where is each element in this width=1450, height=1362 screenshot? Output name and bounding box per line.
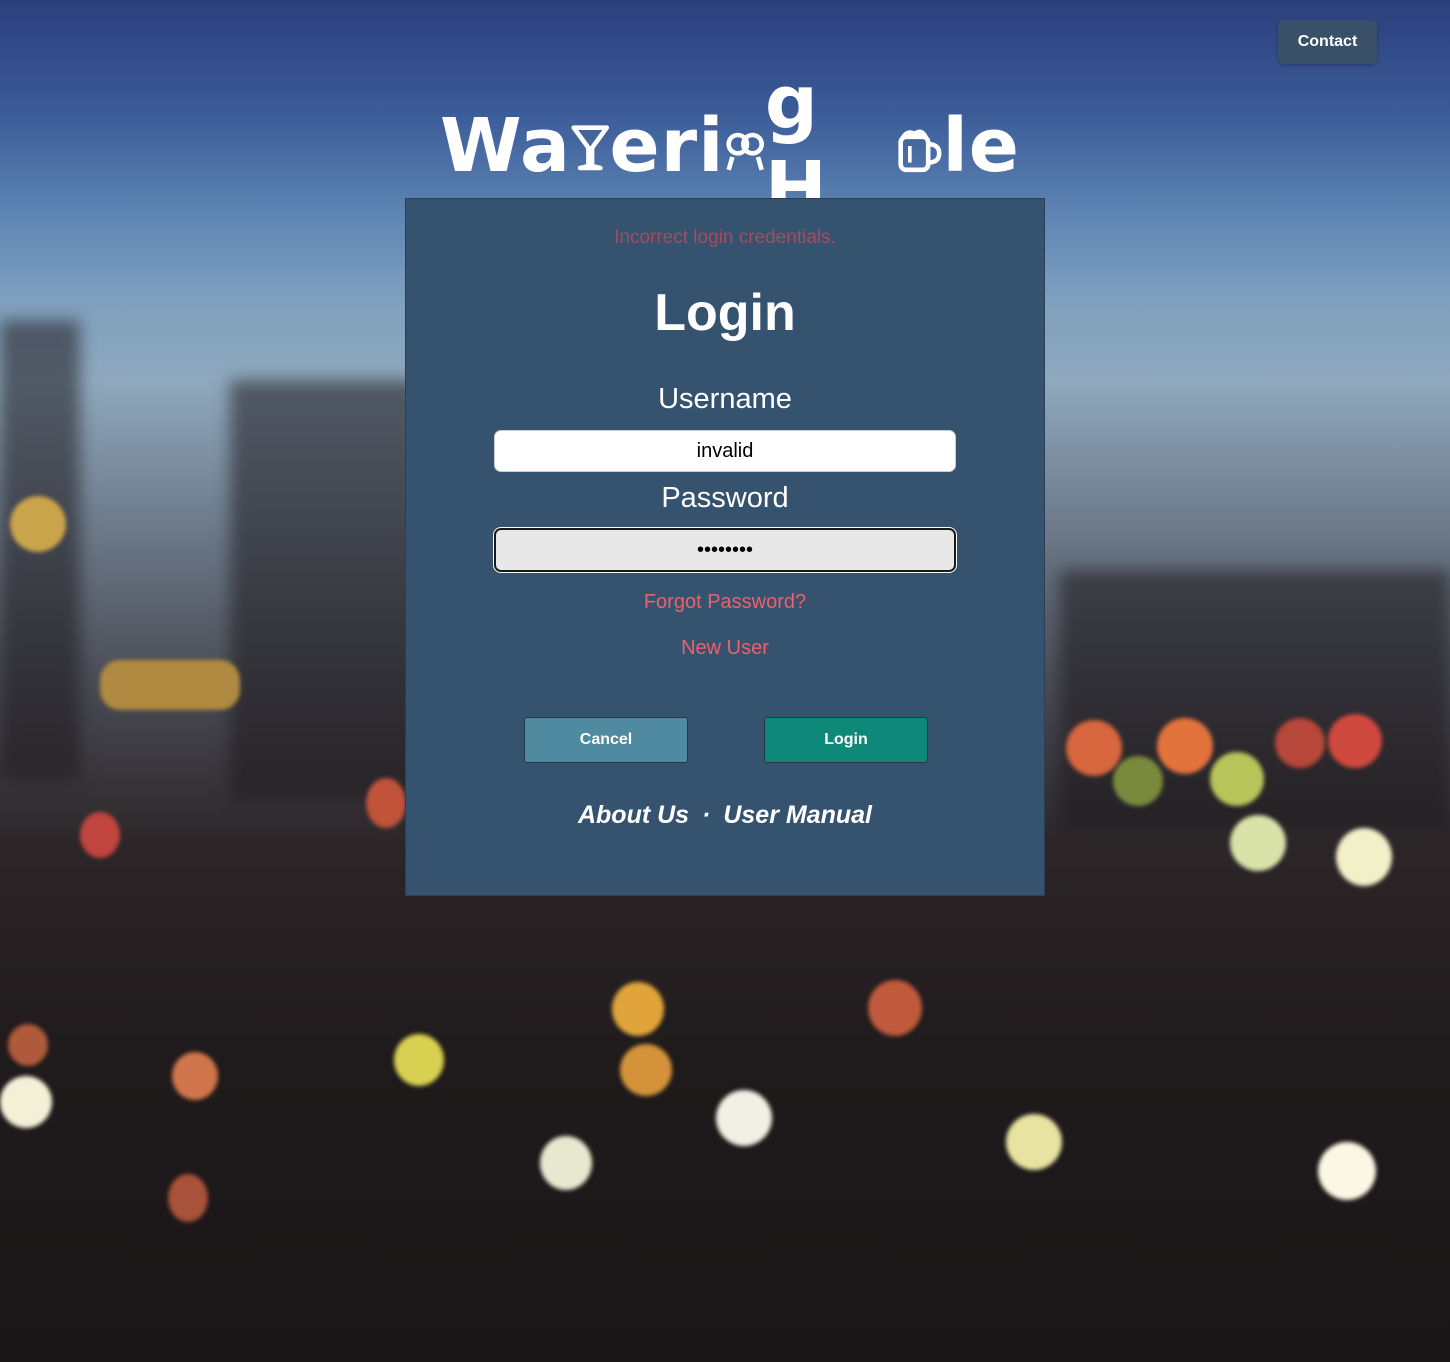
forgot-password-link[interactable]: Forgot Password? xyxy=(406,591,1044,614)
beer-mug-icon xyxy=(897,129,942,173)
username-label: Username xyxy=(658,383,792,415)
logo-text-2: eri xyxy=(609,103,725,189)
logo-text-4: le xyxy=(942,103,1020,189)
clinking-glasses-icon xyxy=(725,132,764,171)
logo-text-1: Wa xyxy=(440,103,571,189)
about-us-link[interactable]: About Us xyxy=(578,801,689,830)
user-manual-link[interactable]: User Manual xyxy=(723,801,872,830)
login-title: Login xyxy=(654,284,796,342)
login-button[interactable]: Login xyxy=(764,717,928,763)
footer-separator: · xyxy=(702,801,711,829)
contact-button[interactable]: Contact xyxy=(1278,20,1377,64)
password-input[interactable]: •••••••• xyxy=(494,528,956,572)
password-label: Password xyxy=(661,482,789,514)
login-panel: Incorrect login credentials. Login Usern… xyxy=(405,198,1045,896)
error-message: Incorrect login credentials. xyxy=(614,227,836,248)
watering-hole-logo: Wa eri g H le xyxy=(440,60,1020,232)
cocktail-glass-icon xyxy=(571,125,609,171)
footer-links: About Us · User Manual xyxy=(406,801,1044,830)
new-user-link[interactable]: New User xyxy=(406,637,1044,660)
username-input[interactable] xyxy=(494,430,956,472)
cancel-button[interactable]: Cancel xyxy=(524,717,688,763)
